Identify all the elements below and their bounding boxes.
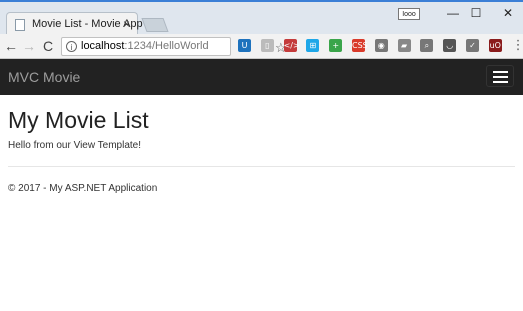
new-tab-button[interactable] bbox=[141, 18, 169, 32]
pocket-icon[interactable]: ◡ bbox=[443, 39, 457, 52]
main-content: My Movie List Hello from our View Templa… bbox=[8, 106, 515, 151]
maximize-icon[interactable]: ☐ bbox=[463, 5, 489, 21]
divider bbox=[8, 166, 515, 167]
tab-close-icon[interactable]: × bbox=[123, 17, 130, 31]
magnifier-icon[interactable]: ⌕ bbox=[420, 39, 434, 52]
password-manager-icon[interactable]: U bbox=[238, 39, 251, 52]
hamburger-menu-icon[interactable] bbox=[486, 65, 514, 87]
plus-extension-icon[interactable]: + bbox=[329, 39, 343, 52]
page-title: My Movie List bbox=[8, 107, 149, 133]
site-navbar: MVC Movie bbox=[0, 59, 523, 95]
url-path: :1234/HelloWorld bbox=[124, 40, 209, 52]
ublock-icon[interactable]: uO bbox=[488, 39, 502, 52]
css-icon[interactable]: CSS bbox=[352, 39, 368, 52]
info-icon[interactable]: i bbox=[66, 41, 77, 52]
back-arrow-icon[interactable]: ← bbox=[3, 37, 19, 55]
greeting-text: Hello from our View Template! bbox=[8, 140, 142, 151]
menu-dots-icon[interactable]: ⋮ bbox=[511, 39, 523, 52]
browser-title-bar: Movie List - Movie App × Iooo — ☐ ✕ bbox=[0, 0, 523, 37]
profile-badge[interactable]: Iooo bbox=[398, 8, 420, 20]
windows-icon[interactable]: ⊞ bbox=[306, 39, 320, 52]
code-icon[interactable]: </> bbox=[283, 39, 300, 52]
document-icon[interactable]: ▯ bbox=[260, 39, 274, 52]
reload-icon[interactable]: C bbox=[40, 37, 56, 55]
navbar-brand[interactable]: MVC Movie bbox=[8, 69, 80, 85]
folder-icon[interactable]: ▰ bbox=[397, 39, 411, 52]
browser-toolbar: ← → C i localhost:1234/HelloWorld ☆ U ▯ </… bbox=[0, 34, 523, 59]
url-host: localhost bbox=[81, 40, 125, 52]
page-favicon-icon bbox=[15, 19, 25, 31]
rss-icon[interactable]: ◉ bbox=[374, 39, 388, 52]
address-bar[interactable]: i localhost:1234/HelloWorld ☆ bbox=[61, 37, 287, 56]
url-text[interactable]: localhost:1234/HelloWorld bbox=[81, 40, 209, 52]
close-window-icon[interactable]: ✕ bbox=[495, 5, 521, 21]
forward-arrow-icon[interactable]: → bbox=[21, 37, 37, 55]
footer-text: © 2017 - My ASP.NET Application bbox=[8, 183, 158, 194]
check-box-icon[interactable]: ✓ bbox=[466, 39, 479, 52]
